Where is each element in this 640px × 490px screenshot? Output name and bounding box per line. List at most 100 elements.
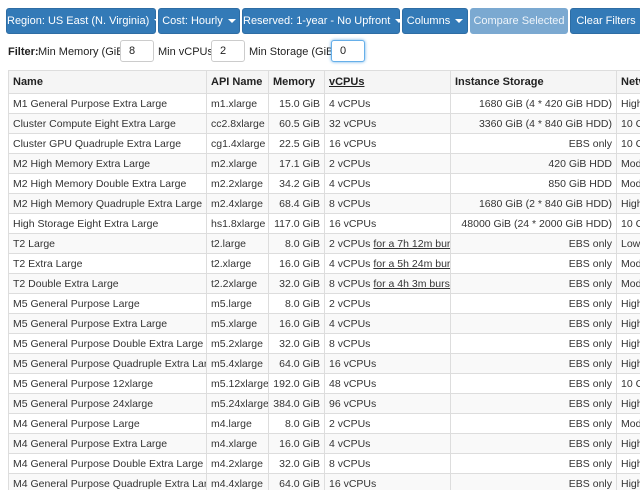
vcpus-cell: 8 vCPUs [324,453,451,474]
table-row[interactable]: T2 Extra Large t2.xlarge 16.0 GiB 4 vCPUs f… [8,253,640,274]
instance-storage-cell: EBS only [450,433,617,454]
memory-cell: 32.0 GiB [268,273,325,294]
instance-name-cell: M4 General Purpose Double Extra Large [8,453,207,474]
table-row[interactable]: M5 General Purpose Large m5.large 8.0 GiB 2… [8,293,640,314]
header-vcpus[interactable]: vCPUs [324,70,451,94]
table-row[interactable]: M4 General Purpose Double Extra Large m4.… [8,453,640,474]
instances-table: Name API Name Memory vCPUs Instance Stor… [8,70,640,490]
header-instance-storage[interactable]: Instance Storage [450,70,617,94]
api-name-cell: m2.xlarge [206,153,269,174]
instance-name-cell: M4 General Purpose Quadruple Extra Large [8,473,207,490]
min-storage-input[interactable]: 0 [331,40,365,62]
table-row[interactable]: M4 General Purpose Large m4.large 8.0 GiB 2… [8,413,640,434]
burst-link[interactable]: for a 4h 3m burst [373,278,449,290]
table-row[interactable]: M5 General Purpose 12xlarge m5.12xlarge 19… [8,373,640,394]
api-name-cell: m2.2xlarge [206,173,269,194]
table-body: M1 General Purpose Extra Large m1.xlarge 1… [8,93,640,490]
instance-name-cell: M4 General Purpose Large [8,413,207,434]
header-name[interactable]: Name [8,70,207,94]
memory-cell: 8.0 GiB [268,293,325,314]
instance-storage-cell: EBS only [450,453,617,474]
api-name-cell: cg1.4xlarge [206,133,269,154]
vcpus-value: 4 vCPUs [329,317,371,330]
api-name-cell: hs1.8xlarge [206,213,269,234]
vcpus-cell: 48 vCPUs [324,373,451,394]
instance-storage-cell: 850 GiB HDD [450,173,617,194]
min-memory-input[interactable]: 8 [120,40,154,62]
api-name-cell: m4.xlarge [206,433,269,454]
network-cell: Mode [616,253,640,274]
instance-name-cell: M2 High Memory Double Extra Large [8,173,207,194]
header-network[interactable]: Netw [616,70,640,94]
vcpus-value: 96 vCPUs [329,397,377,410]
table-row[interactable]: M2 High Memory Quadruple Extra Large m2.4… [8,193,640,214]
vcpus-cell: 4 vCPUs [324,93,451,114]
region-label: Region: US East (N. Virginia) [7,15,150,27]
table-row[interactable]: M2 High Memory Double Extra Large m2.2xla… [8,173,640,194]
instance-name-cell: M2 High Memory Quadruple Extra Large [8,193,207,214]
table-header-row: Name API Name Memory vCPUs Instance Stor… [8,70,640,94]
vcpus-cell: 4 vCPUs [324,433,451,454]
memory-cell: 22.5 GiB [268,133,325,154]
header-memory[interactable]: Memory [268,70,325,94]
clear-filters-button[interactable]: Clear Filters [570,8,640,34]
instance-name-cell: M5 General Purpose Large [8,293,207,314]
network-cell: High [616,433,640,454]
vcpus-value: 2 vCPUs [329,237,371,250]
region-dropdown-button[interactable]: Region: US East (N. Virginia) [6,8,163,34]
header-api-name[interactable]: API Name [206,70,269,94]
instance-name-cell: M4 General Purpose Extra Large [8,433,207,454]
api-name-cell: m2.4xlarge [206,193,269,214]
table-row[interactable]: M5 General Purpose Double Extra Large m5.… [8,333,640,354]
vcpus-value: 8 vCPUs [329,457,371,470]
table-row[interactable]: M5 General Purpose 24xlarge m5.24xlarge 38… [8,393,640,414]
reserved-dropdown-button[interactable]: Reserved: 1-year - No Upfront [242,8,404,34]
table-row[interactable]: High Storage Eight Extra Large hs1.8xlarg… [8,213,640,234]
vcpus-cell: 32 vCPUs [324,113,451,134]
cost-dropdown-button[interactable]: Cost: Hourly [158,8,240,34]
table-row[interactable]: T2 Large t2.large 8.0 GiB 2 vCPUs for a 7h … [8,233,640,254]
instance-storage-cell: EBS only [450,413,617,434]
table-row[interactable]: Cluster Compute Eight Extra Large cc2.8xl… [8,113,640,134]
instance-name-cell: Cluster GPU Quadruple Extra Large [8,133,207,154]
network-cell: High [616,93,640,114]
instance-name-cell: T2 Extra Large [8,253,207,274]
instance-storage-cell: EBS only [450,393,617,414]
burst-link[interactable]: for a 7h 12m burst [373,238,449,250]
table-row[interactable]: M5 General Purpose Quadruple Extra Large… [8,353,640,374]
compare-selected-button[interactable]: Compare Selected [470,8,568,34]
min-memory-label: Min Memory (GiB): [38,46,131,58]
columns-dropdown-button[interactable]: Columns [402,8,468,34]
memory-cell: 32.0 GiB [268,333,325,354]
api-name-cell: cc2.8xlarge [206,113,269,134]
memory-cell: 16.0 GiB [268,433,325,454]
memory-cell: 32.0 GiB [268,453,325,474]
vcpus-cell: 2 vCPUs [324,153,451,174]
vcpus-cell: 4 vCPUs [324,173,451,194]
memory-cell: 60.5 GiB [268,113,325,134]
table-row[interactable]: M1 General Purpose Extra Large m1.xlarge 1… [8,93,640,114]
table-row[interactable]: M5 General Purpose Extra Large m5.xlarge 1… [8,313,640,334]
table-row[interactable]: Cluster GPU Quadruple Extra Large cg1.4xl… [8,133,640,154]
instance-name-cell: M2 High Memory Extra Large [8,153,207,174]
memory-cell: 8.0 GiB [268,413,325,434]
memory-cell: 15.0 GiB [268,93,325,114]
reserved-label: Reserved: 1-year - No Upfront [243,15,391,27]
api-name-cell: m5.large [206,293,269,314]
vcpus-value: 2 vCPUs [329,157,371,170]
memory-cell: 64.0 GiB [268,473,325,490]
api-name-cell: m4.2xlarge [206,453,269,474]
min-vcpus-input[interactable]: 2 [211,40,245,62]
burst-link[interactable]: for a 5h 24m burst [373,258,449,270]
table-row[interactable]: M4 General Purpose Extra Large m4.xlarge 1… [8,433,640,454]
table-row[interactable]: M4 General Purpose Quadruple Extra Large… [8,473,640,490]
memory-cell: 16.0 GiB [268,253,325,274]
min-storage-label: Min Storage (GiB): [249,46,341,58]
table-row[interactable]: T2 Double Extra Large t2.2xlarge 32.0 GiB 8… [8,273,640,294]
table-row[interactable]: M2 High Memory Extra Large m2.xlarge 17.1 … [8,153,640,174]
vcpus-value: 4 vCPUs [329,177,371,190]
vcpus-value: 48 vCPUs [329,377,377,390]
vcpus-value: 16 vCPUs [329,137,377,150]
vcpus-cell: 16 vCPUs [324,473,451,490]
instance-name-cell: T2 Large [8,233,207,254]
